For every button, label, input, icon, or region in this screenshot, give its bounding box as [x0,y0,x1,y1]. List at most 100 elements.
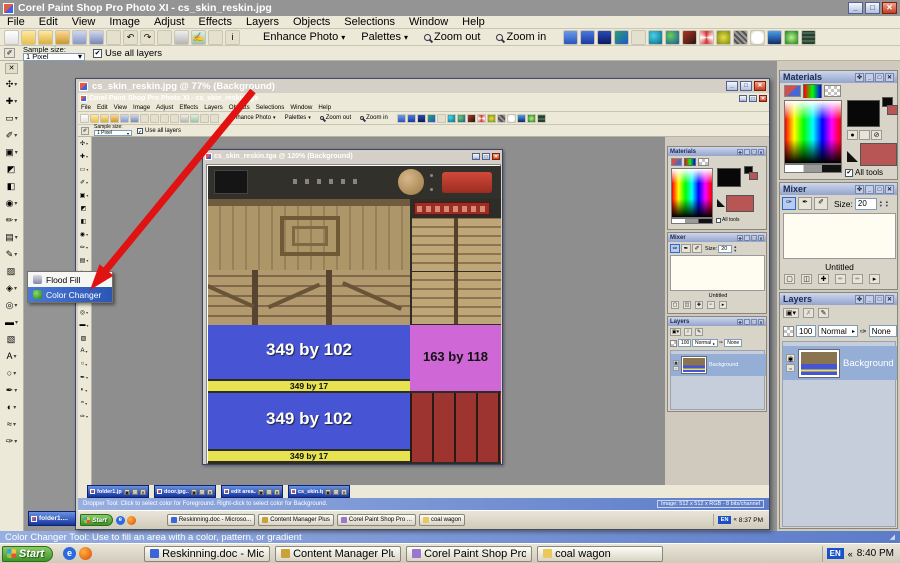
task-content-manager[interactable]: Content Manager Plus [275,546,401,562]
materials-header[interactable]: Materials ✜ _ □ ✕ [780,71,897,83]
pen-tool[interactable]: ✒▾ [1,382,22,398]
texture-canvas[interactable]: 349 by 102 163 by 118 349 by 17 349 by 1… [206,164,501,464]
transparent-style-icon[interactable]: ⊘ [871,130,882,140]
effect-swirl-icon[interactable] [716,30,731,45]
layers-header[interactable]: Layers ✜ _ □ ✕ [780,293,897,305]
effect-blue-icon[interactable] [580,30,595,45]
color-changer-item[interactable]: Color Changer [28,287,112,302]
task-coal-wagon[interactable]: coal wagon [537,546,663,562]
foreground-color-swatch[interactable] [847,100,880,127]
internet-explorer-icon[interactable]: e [63,547,76,560]
help[interactable]: Help [455,15,492,29]
edit-selection-button[interactable]: ✎ [818,308,829,318]
language-indicator[interactable]: EN [827,548,844,559]
adjust[interactable]: Adjust [147,15,192,29]
save-icon[interactable] [72,30,87,45]
all-tools-checkbox[interactable]: ✔ [845,169,853,177]
mixer-size-input[interactable]: 20 [855,198,877,210]
perspective-tool[interactable]: ◧ [1,178,22,194]
new-image-icon[interactable] [4,30,19,45]
image[interactable]: Image [102,15,147,29]
objects[interactable]: Objects [286,15,337,29]
knife-icon[interactable]: ✒ [835,274,846,284]
view[interactable]: View [65,15,103,29]
blend-mode-select[interactable]: Normal▸ [818,325,858,337]
picture-tube-tool[interactable]: ◎▾ [1,297,22,313]
redo-icon[interactable]: ↷ [140,30,155,45]
maximize-button[interactable]: □ [740,81,752,91]
straighten-tool[interactable]: ◩ [1,161,22,177]
effect-bluegreen-icon[interactable] [614,30,629,45]
lock-brush-icon[interactable]: ✑ [860,327,867,336]
minimize-button[interactable]: _ [726,81,738,91]
minimize-icon[interactable]: _ [865,185,874,194]
close-rail-icon[interactable]: ✕ [5,63,18,74]
background-mini-swatch[interactable] [887,105,898,115]
effect-texture-icon[interactable] [801,30,816,45]
grayscale-strip[interactable] [784,164,842,173]
edit[interactable]: Edit [32,15,65,29]
red-eye-tool[interactable]: ◉▾ [1,195,22,211]
style-triangle-icon[interactable] [847,151,858,162]
flood-fill-item[interactable]: Flood Fill [28,272,112,287]
move-tool[interactable]: ✚▾ [1,93,22,109]
color-picker[interactable] [784,100,842,164]
stepper-icon[interactable]: ▲▼ [885,200,889,208]
start-button[interactable]: Start [2,546,53,562]
capture-icon[interactable] [174,30,189,45]
task-paint-shop-pro[interactable]: Corel Paint Shop Pro ... [406,546,532,562]
palettes-button[interactable]: Palettes▾ [354,29,415,45]
flood-fill-tool[interactable]: ◈▾ [1,280,22,296]
outer-minimized-doc[interactable]: folder1.... [28,511,76,526]
edit-icon[interactable]: ✍ [191,30,206,45]
effect-sphere-icon[interactable] [665,30,680,45]
window[interactable]: Window [402,15,455,29]
background-color-swatch[interactable] [860,143,897,166]
scratch-remover-tool[interactable]: ✎▾ [1,246,22,262]
effects[interactable]: Effects [192,15,239,29]
effect-navy-icon[interactable] [597,30,612,45]
effect-globe-icon[interactable] [648,30,663,45]
task-reskinning-doc[interactable]: Reskinning.doc - Microso... [144,546,270,562]
effect-weave-icon[interactable] [733,30,748,45]
layers[interactable]: Layers [239,15,286,29]
open-icon[interactable] [21,30,36,45]
close-button[interactable]: ✕ [754,81,766,91]
warp-brush-tool[interactable]: ≈▾ [1,416,22,432]
outer-title-bar[interactable]: Corel Paint Shop Pro Photo XI - cs_skin_… [0,0,900,16]
paint-brush-tool[interactable]: ✑▾ [1,433,22,449]
close-icon[interactable]: ✕ [885,185,894,194]
minimize-icon[interactable]: _ [865,295,874,304]
clone-tool[interactable]: ▤▾ [1,229,22,245]
new-layer-button[interactable]: ▣▾ [783,308,799,318]
lock-select[interactable]: None [869,325,897,337]
stepper-icon[interactable]: ▲▼ [879,200,883,208]
effect-frame-icon[interactable] [563,30,578,45]
pan-tool[interactable]: ✣▾ [1,76,22,92]
knife2-icon[interactable]: ✒ [852,274,863,284]
zoom-in-button[interactable]: Zoom in [489,29,553,45]
lighten-darken-tool[interactable]: ◐▾ [1,399,22,415]
separator[interactable] [631,30,646,45]
info-icon[interactable]: i [225,30,240,45]
child-window[interactable]: cs_skin_reskin.jpg @ 77% (Background) _ … [75,78,770,530]
pin-icon[interactable]: ✜ [855,295,864,304]
twain-icon[interactable] [55,30,70,45]
dropper-tool[interactable]: ✐▾ [1,127,22,143]
separator[interactable] [157,30,172,45]
maximize-icon[interactable]: □ [875,295,884,304]
effect-pinwheel-icon[interactable] [699,30,714,45]
selections[interactable]: Selections [337,15,402,29]
add-icon[interactable]: ✚ [818,274,829,284]
background-eraser-tool[interactable]: ▧ [1,331,22,347]
effect-dots-icon[interactable] [750,30,765,45]
close-icon[interactable]: ✕ [885,295,894,304]
maximize-button[interactable]: □ [865,2,880,14]
pin-icon[interactable]: ✜ [855,73,864,82]
undo-icon[interactable]: ↶ [123,30,138,45]
layer-link-icon[interactable]: ▫ [786,364,795,372]
zoom-out-button[interactable]: Zoom out [417,29,487,45]
layer-visibility-icon[interactable]: ◉ [786,354,795,362]
text-tool[interactable]: A▾ [1,348,22,364]
eraser-tool[interactable]: ▬▾ [1,314,22,330]
